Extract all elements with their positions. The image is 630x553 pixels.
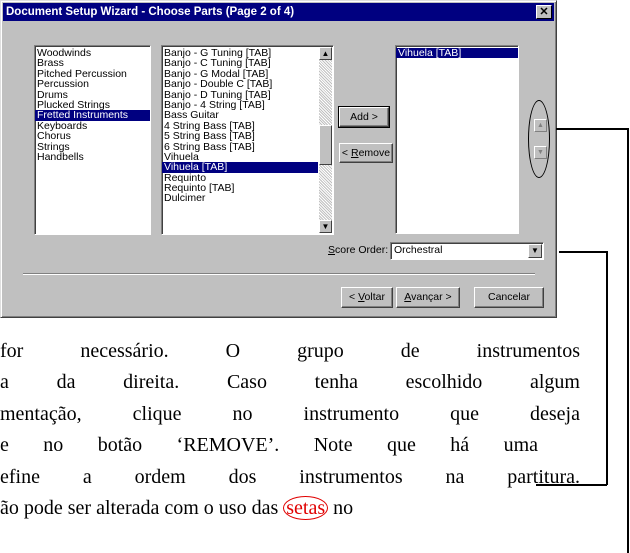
text-line: efine a ordem dos instrumentos na partit… bbox=[0, 465, 580, 488]
dialog-title-bar: Document Setup Wizard - Choose Parts (Pa… bbox=[3, 3, 554, 21]
arrows-highlight-oval bbox=[528, 100, 550, 178]
close-icon[interactable]: ✕ bbox=[536, 5, 552, 19]
callout-line-score-order-vertical bbox=[606, 251, 608, 485]
cancel-button-label: Cancelar bbox=[487, 291, 531, 303]
instrument-list-item[interactable]: Dulcimer bbox=[162, 193, 318, 204]
text-line: ão pode ser alterada com o uso das setas… bbox=[0, 493, 580, 524]
instrument-family-list[interactable]: Woodwinds Brass Pitched Percussion Percussi… bbox=[34, 45, 151, 235]
remove-button-label-rest: emove bbox=[358, 147, 391, 159]
add-button[interactable]: Add > bbox=[338, 106, 390, 128]
score-order-label-rest: core Order: bbox=[335, 244, 389, 256]
back-button[interactable]: < Voltar bbox=[341, 287, 393, 308]
family-list-item[interactable]: Percussion bbox=[35, 79, 150, 90]
text-line: e no botão ‘REMOVE’. Note que há uma bbox=[0, 434, 538, 457]
dialog-title: Document Setup Wizard - Choose Parts (Pa… bbox=[6, 6, 295, 18]
selected-parts-list[interactable]: Vihuela [TAB] bbox=[395, 45, 519, 234]
separator-line bbox=[23, 273, 535, 275]
add-button-label: Add > bbox=[350, 111, 378, 123]
score-order-select[interactable]: Orchestral ▼ bbox=[390, 242, 544, 260]
instruction-text: for necessário. O grupo de instrumentos … bbox=[0, 336, 580, 524]
next-button[interactable]: Avançar > bbox=[396, 287, 460, 308]
score-order-value: Orchestral bbox=[394, 244, 443, 256]
family-list-item[interactable]: Chorus bbox=[35, 131, 150, 142]
callout-line-score-order bbox=[559, 251, 607, 253]
remove-button-label-key: R bbox=[350, 147, 359, 159]
remove-button[interactable]: < Remove bbox=[339, 143, 393, 163]
callout-line-arrows-vertical bbox=[627, 128, 629, 553]
remove-button-label-prefix: < bbox=[341, 147, 351, 159]
back-button-label-rest: oltar bbox=[364, 291, 385, 303]
score-order-label-key: S bbox=[328, 244, 336, 256]
instrument-list-scrollbar[interactable]: ▲ ▼ bbox=[319, 47, 332, 233]
document-setup-dialog: Document Setup Wizard - Choose Parts (Pa… bbox=[0, 0, 557, 318]
instrument-list-item[interactable]: Banjo - Double C [TAB] bbox=[162, 79, 318, 90]
score-order-label: Score Order: bbox=[328, 244, 388, 256]
selected-part-item[interactable]: Vihuela [TAB] bbox=[396, 48, 518, 58]
text-line: a da direita. Caso tenha escolhido algum bbox=[0, 371, 580, 394]
text-segment: ão pode ser alterada com o uso das bbox=[0, 496, 284, 519]
text-line: for necessário. O grupo de instrumentos bbox=[0, 340, 580, 362]
instrument-list[interactable]: Banjo - G Tuning [TAB] Banjo - C Tuning [… bbox=[161, 45, 334, 235]
chevron-down-icon[interactable]: ▼ bbox=[528, 244, 542, 258]
text-line: mentação, clique no instrumento que dese… bbox=[0, 402, 580, 425]
instrument-list-item[interactable]: 5 String Bass [TAB] bbox=[162, 131, 318, 142]
next-button-label-rest: vançar > bbox=[411, 291, 452, 303]
family-list-item[interactable]: Handbells bbox=[35, 151, 150, 162]
back-button-label-prefix: < bbox=[349, 291, 359, 303]
setas-highlight: setas bbox=[283, 495, 329, 520]
cancel-button[interactable]: Cancelar bbox=[474, 287, 544, 308]
scrollbar-thumb[interactable] bbox=[319, 125, 332, 165]
callout-line-arrows bbox=[556, 128, 628, 130]
scroll-down-icon[interactable]: ▼ bbox=[319, 220, 332, 233]
scroll-up-icon[interactable]: ▲ bbox=[319, 47, 332, 60]
text-segment: no bbox=[328, 496, 354, 519]
